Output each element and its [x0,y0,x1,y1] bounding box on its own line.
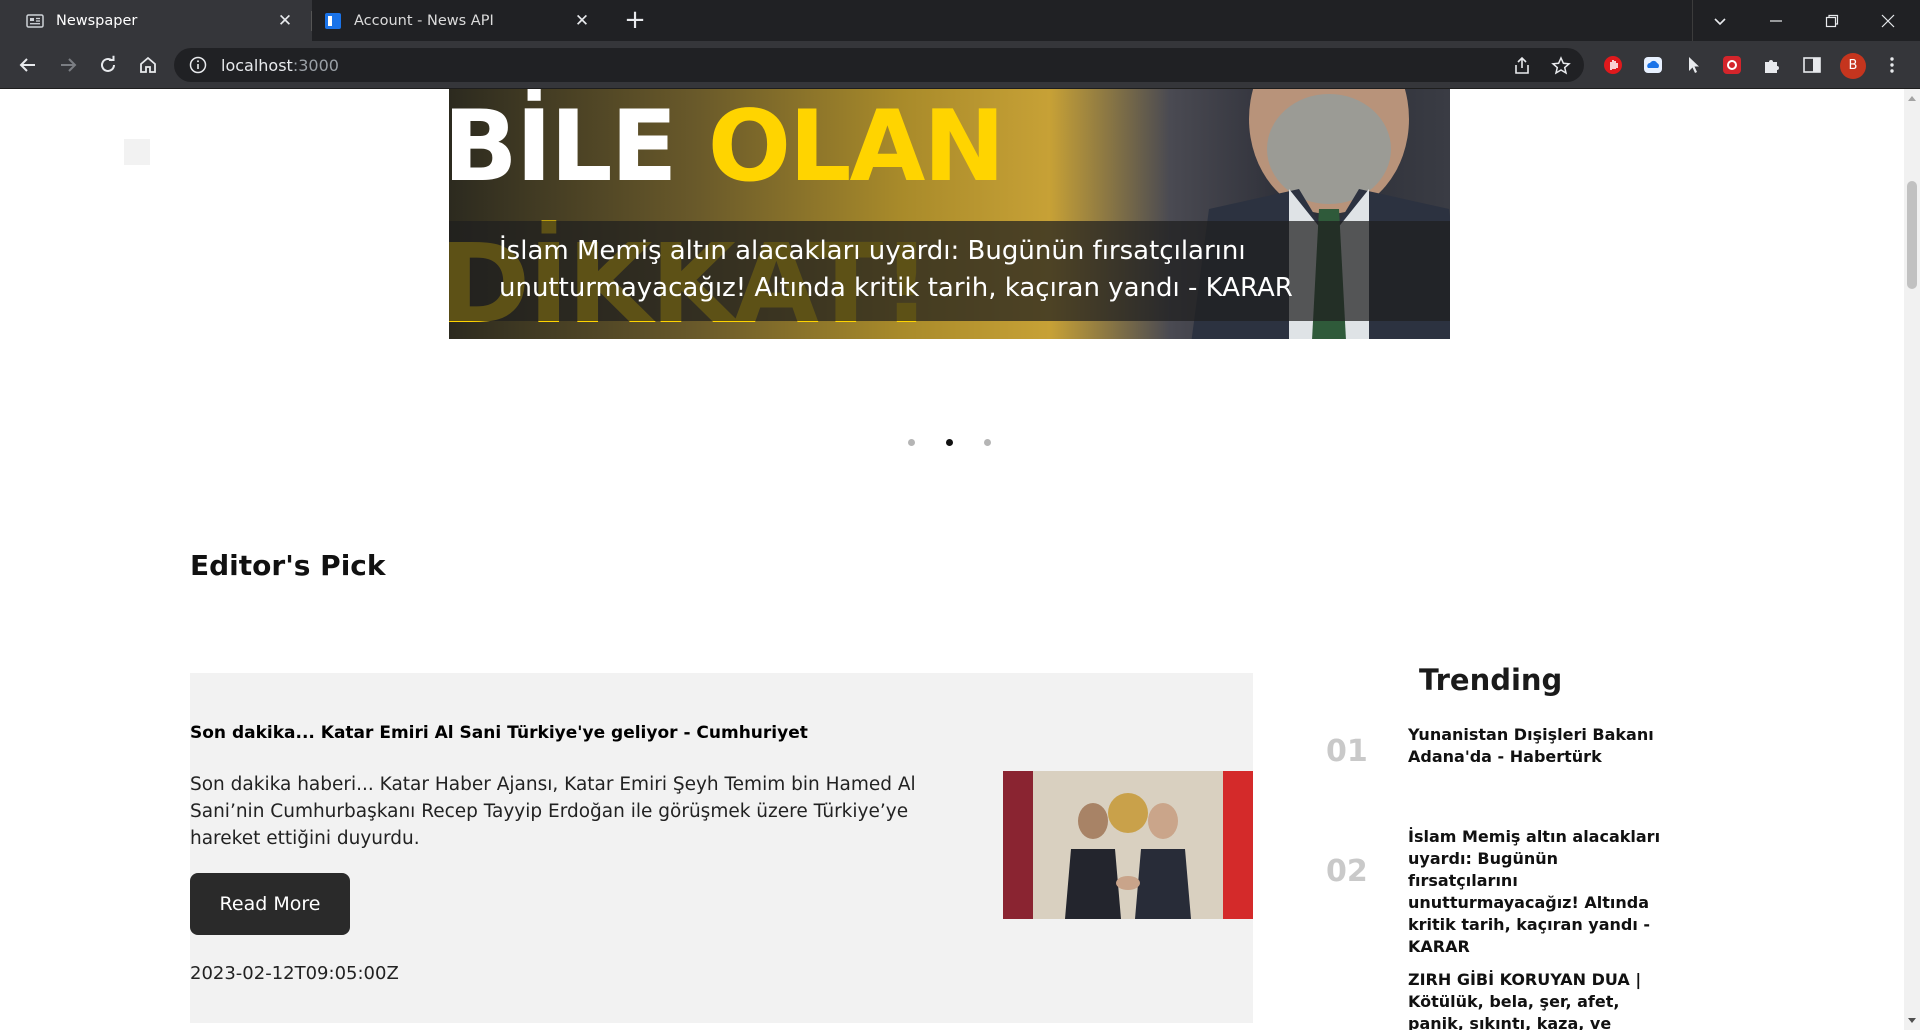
bookmark-star-icon[interactable] [1551,56,1571,76]
url-text: localhost:3000 [221,56,339,75]
minimize-icon [1770,19,1782,22]
side-panel-icon[interactable] [1800,53,1824,77]
extension-red-hand-icon[interactable] [1601,53,1625,77]
trending-text[interactable]: Yunanistan Dışişleri Bakanı Adana'da - H… [1408,724,1670,768]
hero-slogan-white: BİLE [449,90,678,204]
browser-toolbar: localhost:3000 B [0,41,1920,89]
editors-pick-card: Son dakika... Katar Emiri Al Sani Türkiy… [190,673,1253,1023]
tab-title: Newspaper [56,12,138,29]
tab-title: Account - News API [354,12,494,29]
arrow-right-icon [61,58,77,72]
hero-slogan-yellow: OLAN [707,90,1006,204]
trending-text[interactable]: İslam Memiş altın alacakları uyardı: Bug… [1408,826,1670,958]
extension-cloud-icon[interactable] [1641,53,1665,77]
extension-cursor-icon[interactable] [1681,53,1705,77]
chevron-down-icon [1714,17,1726,25]
scroll-up-arrow-icon[interactable] [1908,96,1916,101]
placeholder-box [124,139,150,165]
editors-pick-heading: Editor's Pick [190,549,386,582]
article-title[interactable]: Son dakika... Katar Emiri Al Sani Türkiy… [190,723,808,743]
close-window-button[interactable] [1860,0,1916,41]
article-description: Son dakika haberi... Katar Haber Ajansı,… [190,774,916,849]
back-button[interactable] [8,41,48,89]
puzzle-icon[interactable] [1760,53,1784,77]
share-icon[interactable] [1512,56,1532,76]
extension-red-tool-icon[interactable] [1720,53,1744,77]
article-date: 2023-02-12T09:05:00Z [190,963,399,984]
address-bar[interactable]: localhost:3000 [174,48,1584,82]
carousel-dot[interactable] [908,439,915,446]
new-tab-button[interactable]: + [620,6,650,36]
newspaper-icon [26,13,44,28]
reload-button[interactable] [88,41,128,89]
hero-image-slogan: BİLE OLAN [449,97,1005,197]
kebab-menu-icon[interactable] [1880,53,1904,77]
tab-search-button[interactable] [1692,0,1748,41]
carousel-indicators [908,439,998,451]
trending-text[interactable]: ZIRH GİBİ KORUYAN DUA | Kötülük, bela, ş… [1408,969,1670,1030]
vertical-scrollbar[interactable] [1904,89,1920,1030]
page-viewport: BİLE OLAN DİKKAT! İslam Memiş altın alac… [0,89,1904,1030]
restore-icon [1825,14,1839,27]
carousel-dot-active[interactable] [946,439,953,446]
tab-account-news-api[interactable]: Account - News API ✕ [312,0,609,41]
forward-button[interactable] [48,41,88,89]
scrollbar-thumb[interactable] [1907,181,1917,289]
hero-caption: İslam Memiş altın alacakları uyardı: Bug… [449,221,1450,321]
home-button[interactable] [128,41,168,89]
trending-heading: Trending [1419,663,1563,697]
read-more-button[interactable]: Read More [190,873,350,935]
close-tab-icon[interactable]: ✕ [268,11,302,31]
url-port: :3000 [292,55,339,75]
carousel-dot[interactable] [984,439,991,446]
scroll-down-arrow-icon[interactable] [1908,1018,1916,1023]
home-icon [140,56,156,73]
close-icon [1881,14,1895,27]
arrow-left-icon [19,58,35,72]
reload-icon [101,55,115,72]
tab-newspaper[interactable]: Newspaper ✕ [0,0,312,41]
newsapi-icon [325,12,341,29]
trending-number: 02 [1326,854,1368,889]
minimize-button[interactable] [1748,0,1804,41]
restore-button[interactable] [1804,0,1860,41]
url-host: localhost [221,55,293,75]
hero-slide[interactable]: BİLE OLAN DİKKAT! İslam Memiş altın alac… [449,89,1450,339]
info-icon[interactable] [189,56,207,74]
tab-strip: Newspaper ✕ Account - News API ✕ + [0,0,1920,41]
close-tab-icon[interactable]: ✕ [565,11,599,31]
profile-avatar[interactable]: B [1840,53,1866,79]
article-image [1003,771,1253,919]
trending-number: 01 [1326,734,1368,769]
